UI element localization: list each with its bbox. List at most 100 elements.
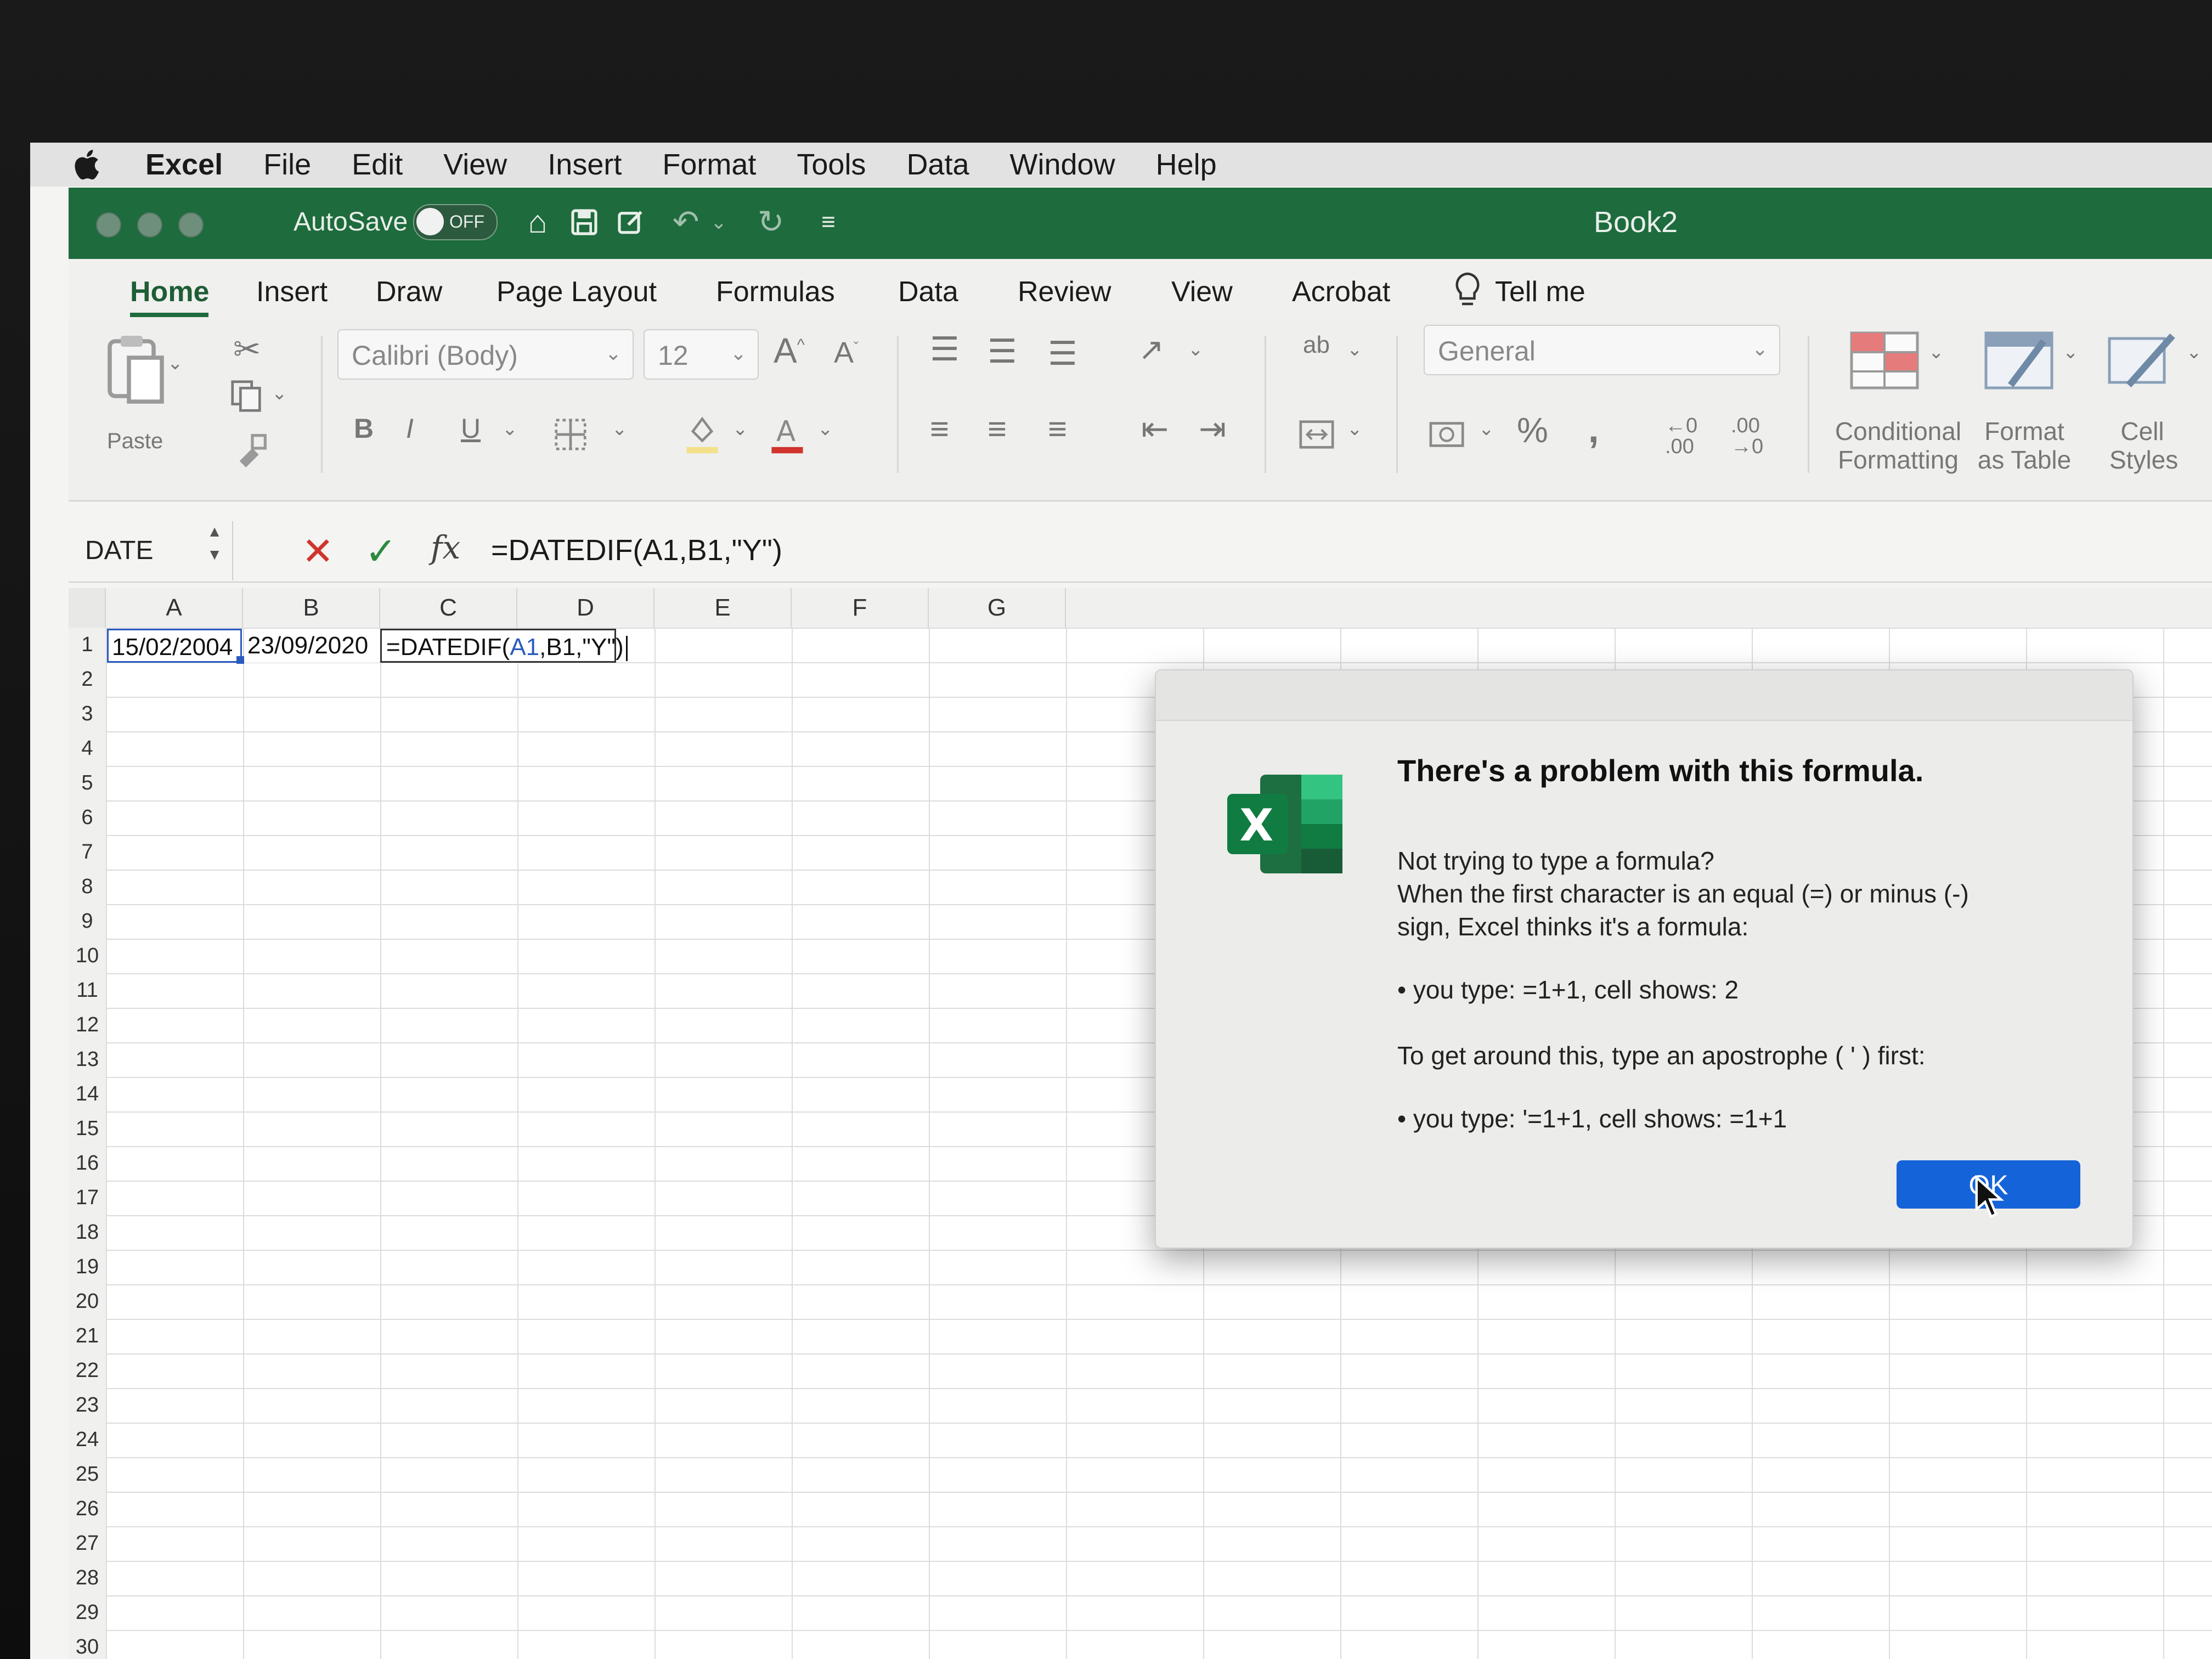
- paste-dropdown-chevron-icon[interactable]: ⌄: [167, 352, 183, 374]
- percent-style-button[interactable]: %: [1517, 410, 1548, 450]
- menu-view[interactable]: View: [443, 148, 507, 182]
- row-header-24[interactable]: 24: [69, 1423, 106, 1457]
- row-header-22[interactable]: 22: [69, 1353, 106, 1388]
- tab-page-layout[interactable]: Page Layout: [496, 275, 657, 308]
- row-header-20[interactable]: 20: [69, 1284, 106, 1319]
- formula-input[interactable]: =DATEDIF(A1,B1,"Y"): [491, 533, 782, 567]
- row-header-3[interactable]: 3: [69, 697, 106, 731]
- cell-styles-icon[interactable]: [2107, 330, 2178, 391]
- menu-file[interactable]: File: [263, 148, 311, 182]
- menu-window[interactable]: Window: [1010, 148, 1115, 182]
- decrease-font-size-icon[interactable]: Aˇ: [834, 336, 859, 370]
- font-color-icon[interactable]: A: [768, 413, 806, 456]
- font-name-dropdown[interactable]: Calibri (Body) ⌄: [337, 329, 634, 380]
- tab-review[interactable]: Review: [1018, 275, 1111, 308]
- row-header-26[interactable]: 26: [69, 1492, 106, 1526]
- wrap-text-icon[interactable]: ab: [1303, 331, 1330, 359]
- tab-insert[interactable]: Insert: [256, 275, 328, 308]
- save-icon[interactable]: [565, 203, 603, 241]
- orientation-dropdown-chevron-icon[interactable]: ⌄: [1188, 338, 1204, 360]
- undo-dropdown-chevron-icon[interactable]: ⌄: [699, 203, 738, 241]
- tab-data[interactable]: Data: [898, 275, 958, 308]
- insert-function-button[interactable]: fx: [431, 529, 460, 566]
- row-header-17[interactable]: 17: [69, 1181, 106, 1215]
- row-header-28[interactable]: 28: [69, 1561, 106, 1595]
- column-header-d[interactable]: D: [517, 588, 654, 628]
- row-header-5[interactable]: 5: [69, 766, 106, 800]
- fill-handle[interactable]: [236, 656, 244, 664]
- underline-dropdown-chevron-icon[interactable]: ⌄: [502, 418, 518, 440]
- fill-color-icon[interactable]: [683, 413, 721, 456]
- row-header-15[interactable]: 15: [69, 1111, 106, 1146]
- borders-dropdown-chevron-icon[interactable]: ⌄: [612, 418, 628, 440]
- row-header-29[interactable]: 29: [69, 1595, 106, 1630]
- close-window-button[interactable]: [96, 212, 121, 238]
- name-box-stepper-icon[interactable]: ▲ ▼: [207, 520, 222, 566]
- orientation-icon[interactable]: ↗: [1138, 331, 1164, 368]
- copy-dropdown-chevron-icon[interactable]: ⌄: [272, 382, 287, 404]
- row-header-21[interactable]: 21: [69, 1319, 106, 1353]
- tab-home[interactable]: Home: [130, 275, 209, 308]
- customize-toolbar-icon[interactable]: ≡: [809, 203, 848, 241]
- name-box[interactable]: DATE ▲ ▼: [69, 521, 233, 580]
- minimize-window-button[interactable]: [137, 212, 162, 238]
- align-top-icon[interactable]: ☰: [930, 330, 960, 369]
- tab-view[interactable]: View: [1171, 275, 1233, 308]
- decrease-indent-icon[interactable]: ⇤: [1141, 410, 1169, 448]
- menu-format[interactable]: Format: [662, 148, 756, 182]
- format-as-table-icon[interactable]: [1983, 330, 2055, 391]
- tab-draw[interactable]: Draw: [376, 275, 442, 308]
- row-header-27[interactable]: 27: [69, 1526, 106, 1561]
- format-painter-icon[interactable]: [233, 429, 272, 467]
- align-bottom-icon[interactable]: ☰: [1048, 335, 1077, 373]
- increase-font-size-icon[interactable]: A^: [774, 330, 805, 371]
- fill-color-dropdown-chevron-icon[interactable]: ⌄: [732, 418, 748, 440]
- column-header-f[interactable]: F: [792, 588, 929, 628]
- format-as-table-chevron-icon[interactable]: ⌄: [2063, 341, 2079, 363]
- row-header-13[interactable]: 13: [69, 1042, 106, 1077]
- menu-data[interactable]: Data: [906, 148, 969, 182]
- accounting-format-icon[interactable]: [1426, 415, 1470, 454]
- apple-icon[interactable]: [69, 145, 107, 184]
- cancel-entry-icon[interactable]: ✕: [302, 529, 334, 574]
- row-header-18[interactable]: 18: [69, 1215, 106, 1250]
- increase-indent-icon[interactable]: ⇥: [1199, 410, 1226, 448]
- merge-center-icon[interactable]: [1297, 415, 1336, 454]
- row-header-10[interactable]: 10: [69, 939, 106, 973]
- borders-icon[interactable]: [551, 415, 590, 454]
- conditional-formatting-icon[interactable]: [1849, 330, 1920, 391]
- tell-me-search[interactable]: Tell me: [1495, 275, 1585, 308]
- row-header-4[interactable]: 4: [69, 731, 106, 766]
- italic-button[interactable]: I: [406, 413, 414, 444]
- row-header-14[interactable]: 14: [69, 1077, 106, 1111]
- column-header-b[interactable]: B: [243, 588, 380, 628]
- wrap-text-dropdown-chevron-icon[interactable]: ⌄: [1347, 338, 1363, 360]
- merge-dropdown-chevron-icon[interactable]: ⌄: [1347, 418, 1363, 440]
- row-header-30[interactable]: 30: [69, 1630, 106, 1659]
- font-color-dropdown-chevron-icon[interactable]: ⌄: [817, 418, 833, 440]
- row-header-6[interactable]: 6: [69, 800, 106, 835]
- copy-icon[interactable]: [228, 377, 266, 415]
- edit-document-icon[interactable]: [612, 203, 650, 241]
- paste-clipboard-icon[interactable]: [101, 330, 167, 407]
- conditional-formatting-button[interactable]: Conditional Formatting: [1832, 417, 1964, 474]
- menu-insert[interactable]: Insert: [548, 148, 622, 182]
- tab-formulas[interactable]: Formulas: [716, 275, 835, 308]
- confirm-entry-icon[interactable]: ✓: [365, 529, 397, 574]
- menu-tools[interactable]: Tools: [797, 148, 866, 182]
- cell-a1[interactable]: 15/02/2004: [107, 629, 242, 663]
- zoom-window-button[interactable]: [178, 212, 204, 238]
- conditional-formatting-chevron-icon[interactable]: ⌄: [1928, 341, 1944, 363]
- accounting-dropdown-chevron-icon[interactable]: ⌄: [1479, 418, 1494, 440]
- row-header-2[interactable]: 2: [69, 662, 106, 697]
- number-format-dropdown[interactable]: General ⌄: [1424, 325, 1780, 375]
- select-all-corner[interactable]: [69, 588, 106, 628]
- cell-c1-editing[interactable]: =DATEDIF(A1,B1,"Y"): [380, 629, 628, 663]
- cell-styles-button[interactable]: Cell Styles: [2109, 417, 2178, 474]
- column-header-c[interactable]: C: [380, 588, 517, 628]
- row-header-23[interactable]: 23: [69, 1388, 106, 1423]
- align-center-icon[interactable]: ≡: [988, 410, 1007, 448]
- cut-scissors-icon[interactable]: ✂: [233, 330, 261, 369]
- align-left-icon[interactable]: ≡: [930, 410, 949, 448]
- cell-b1[interactable]: 23/09/2020: [244, 629, 379, 663]
